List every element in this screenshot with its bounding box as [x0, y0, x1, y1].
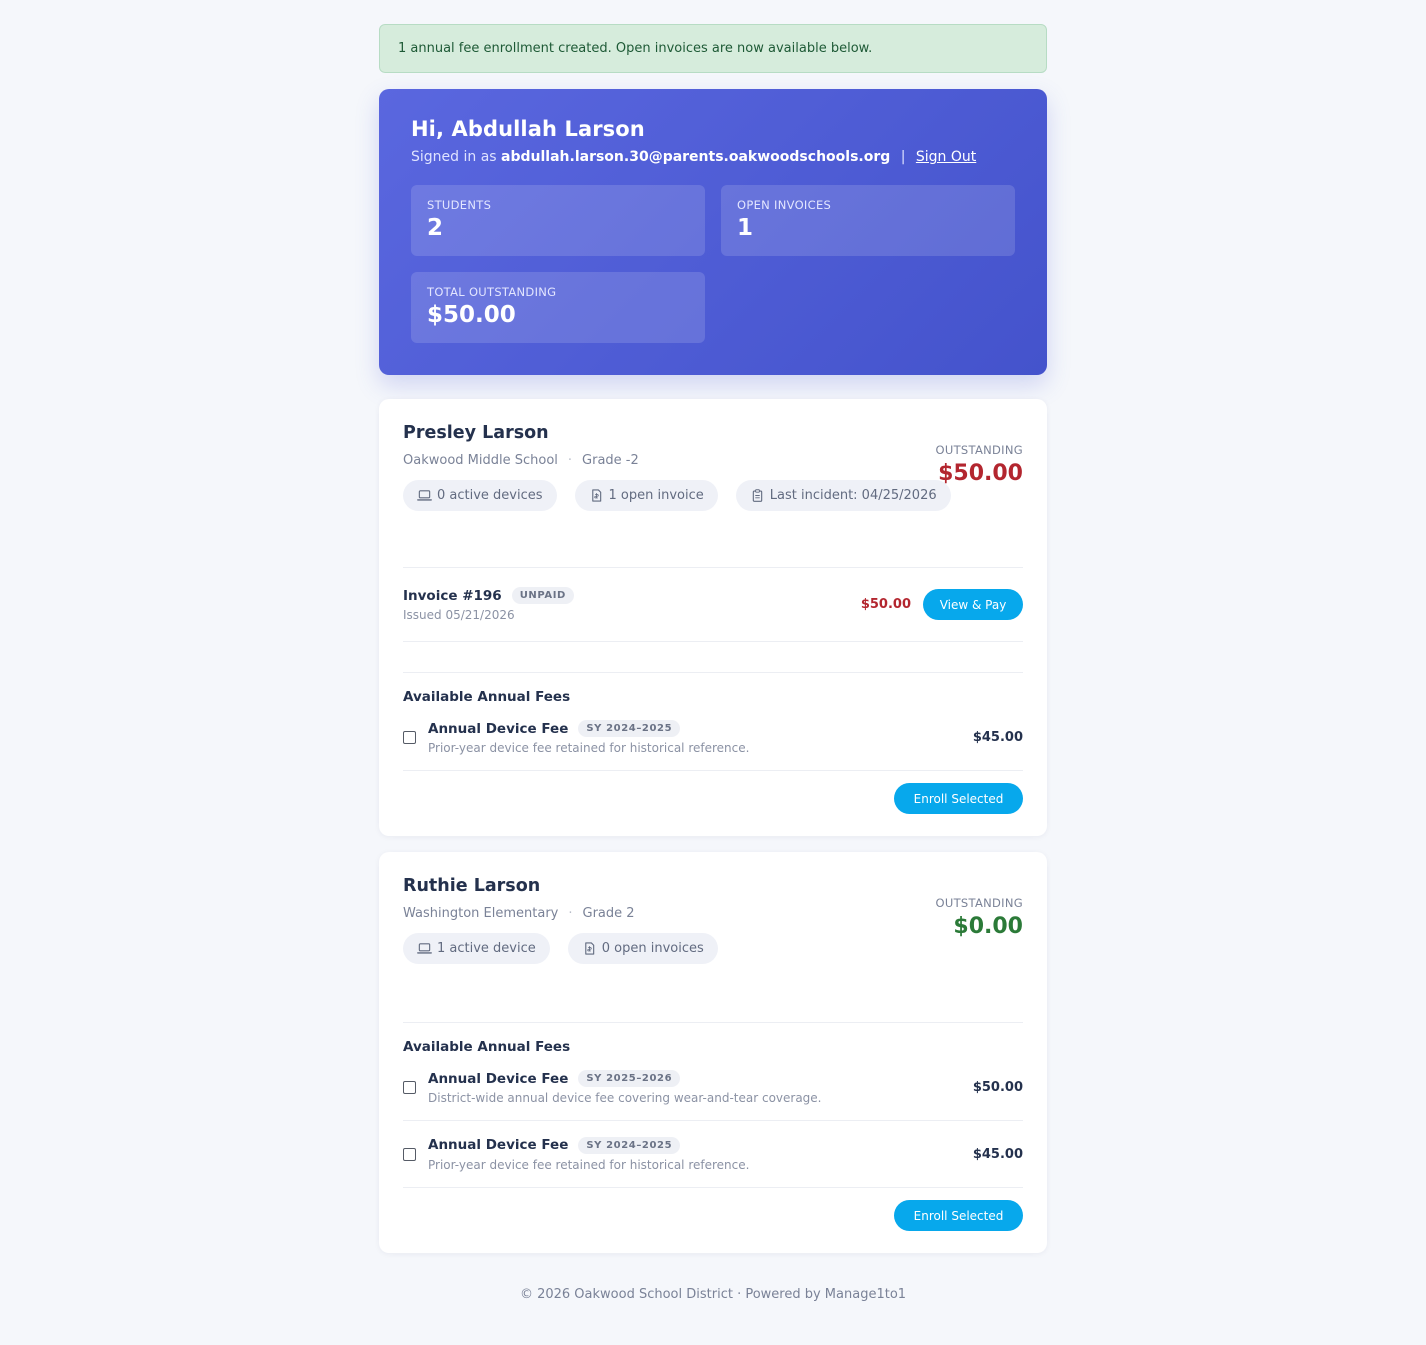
outstanding-value: $0.00 [953, 914, 1023, 939]
stat-label: Students [427, 198, 492, 212]
student-school: Oakwood Middle School [403, 453, 558, 468]
outstanding-label: Outstanding [935, 443, 1023, 457]
student-grade: Grade -2 [582, 453, 639, 468]
divider [403, 1022, 1023, 1023]
account-summary: Hi, Abdullah Larson Signed in as abdulla… [379, 89, 1047, 375]
fee-title: Annual Device Fee [428, 720, 569, 737]
student-header: Ruthie Larson Washington Elementary · Grad… [403, 876, 1023, 1022]
separator: | [900, 149, 906, 165]
chip-last-incident: Last incident: 04/25/2026 [735, 480, 951, 511]
fee-row: Annual Device Fee SY 2024–2025 Prior-yea… [403, 705, 1023, 771]
invoice-title-line: Invoice #196 UNPAID [403, 587, 861, 604]
fee-info: Annual Device Fee SY 2024–2025 Prior-yea… [428, 1136, 973, 1172]
page: 1 annual fee enrollment created. Open in… [379, 0, 1047, 1302]
chip-invoices: 1 open invoice [574, 480, 718, 511]
invoice-icon [591, 489, 601, 502]
student-grade: Grade 2 [582, 906, 635, 921]
fee-row: Annual Device Fee SY 2025–2026 District-… [403, 1055, 1023, 1121]
school-year-badge: SY 2025–2026 [578, 1070, 681, 1087]
chip-label: Last incident: 04/25/2026 [769, 488, 937, 503]
fee-title-line: Annual Device Fee SY 2024–2025 [428, 720, 973, 737]
fee-title-line: Annual Device Fee SY 2024–2025 [428, 1136, 973, 1154]
greeting: Hi, Abdullah Larson [411, 117, 645, 141]
stats-grid: Students 2 Open Invoices 1 Total Outstan… [411, 185, 1015, 343]
outstanding-value: $50.00 [938, 461, 1023, 486]
fee-title: Annual Device Fee [428, 1137, 569, 1153]
stat-label: Open Invoices [737, 198, 832, 212]
fee-info: Annual Device Fee SY 2024–2025 Prior-yea… [428, 720, 973, 755]
outstanding-summary: Outstanding $50.00 [936, 443, 1023, 486]
chip-invoices: 0 open invoices [567, 933, 718, 964]
user-email: abdullah.larson.30@parents.oakwoodschool… [501, 149, 891, 165]
signed-in-line: Signed in as abdullah.larson.30@parents.… [411, 149, 1015, 165]
alert-message: 1 annual fee enrollment created. Open in… [398, 41, 873, 56]
fee-title: Annual Device Fee [428, 1070, 569, 1087]
student-school: Washington Elementary [403, 906, 559, 921]
student-meta: Washington Elementary · Grade 2 [403, 906, 1023, 921]
success-alert: 1 annual fee enrollment created. Open in… [379, 24, 1047, 73]
meta-dot: · [567, 453, 573, 468]
clipboard-icon [752, 489, 763, 502]
school-year-badge: SY 2024–2025 [578, 720, 681, 737]
fee-checkbox[interactable] [403, 1147, 416, 1161]
student-name: Ruthie Larson [403, 876, 541, 896]
stat-open-invoices: Open Invoices 1 [721, 185, 1015, 256]
invoice-row: Invoice #196 UNPAID Issued 05/21/2026 $5… [403, 568, 1023, 642]
divider [403, 672, 1023, 673]
laptop-icon [417, 943, 432, 954]
fee-description: District-wide annual device fee covering… [428, 1091, 822, 1105]
meta-dot: · [568, 906, 573, 921]
enroll-bar: Enroll Selected [403, 771, 1023, 814]
student-card-presley: Presley Larson Oakwood Middle School · Gra… [379, 399, 1047, 836]
invoice-amount: $50.00 [860, 597, 911, 612]
stat-value: 2 [427, 215, 444, 241]
available-fees-heading: Available Annual Fees [403, 1039, 571, 1055]
chip-label: 1 active device [437, 941, 536, 956]
available-fees-heading: Available Annual Fees [403, 689, 571, 705]
sign-out-link[interactable]: Sign Out [916, 149, 976, 165]
invoice-icon [584, 942, 595, 955]
stat-students: Students 2 [411, 185, 705, 256]
student-chips: 1 active device 0 open invoices [403, 933, 1023, 964]
signed-in-prefix: Signed in as [411, 149, 497, 165]
outstanding-summary: Outstanding $0.00 [936, 896, 1023, 939]
enroll-selected-button[interactable]: Enroll Selected [894, 783, 1023, 814]
student-name: Presley Larson [403, 423, 549, 443]
outstanding-label: Outstanding [935, 896, 1023, 910]
fee-amount: $50.00 [972, 1080, 1023, 1095]
student-meta: Oakwood Middle School · Grade -2 [403, 453, 1023, 468]
fee-info: Annual Device Fee SY 2025–2026 District-… [428, 1070, 973, 1105]
fee-description: Prior-year device fee retained for histo… [428, 1157, 750, 1172]
fee-title-line: Annual Device Fee SY 2025–2026 [428, 1070, 973, 1087]
chip-devices: 1 active device [403, 933, 550, 964]
fee-amount: $45.00 [972, 1146, 1023, 1162]
student-chips: 0 active devices 1 open invoice Last inc… [403, 480, 1023, 511]
stat-total-outstanding: Total Outstanding $50.00 [411, 272, 705, 343]
student-card-ruthie: Ruthie Larson Washington Elementary · Grad… [379, 852, 1047, 1253]
enroll-bar: Enroll Selected [403, 1188, 1023, 1231]
fee-checkbox[interactable] [403, 1081, 416, 1094]
enroll-selected-button[interactable]: Enroll Selected [894, 1200, 1023, 1231]
chip-label: 1 open invoice [608, 488, 704, 503]
stat-value: $50.00 [427, 302, 516, 328]
school-year-badge: SY 2024–2025 [578, 1136, 681, 1154]
stat-value: 1 [737, 215, 754, 241]
chip-devices: 0 active devices [403, 480, 557, 511]
view-pay-button[interactable]: View & Pay [923, 589, 1023, 620]
invoice-issued-date: Issued 05/21/2026 [403, 608, 515, 622]
status-badge: UNPAID [511, 587, 574, 604]
fee-description: Prior-year device fee retained for histo… [428, 741, 750, 755]
fee-row: Annual Device Fee SY 2024–2025 Prior-yea… [403, 1121, 1023, 1188]
stat-label: Total Outstanding [427, 285, 557, 299]
chip-label: 0 active devices [437, 488, 543, 503]
chip-label: 0 open invoices [601, 941, 704, 956]
invoice-info: Invoice #196 UNPAID Issued 05/21/2026 [403, 587, 861, 622]
invoice-title: Invoice #196 [403, 587, 502, 604]
footer: © 2026 Oakwood School District · Powered… [519, 1287, 907, 1302]
laptop-icon [417, 490, 432, 501]
fee-checkbox[interactable] [403, 731, 416, 744]
student-header: Presley Larson Oakwood Middle School · Gra… [403, 423, 1023, 567]
fee-amount: $45.00 [972, 730, 1023, 745]
